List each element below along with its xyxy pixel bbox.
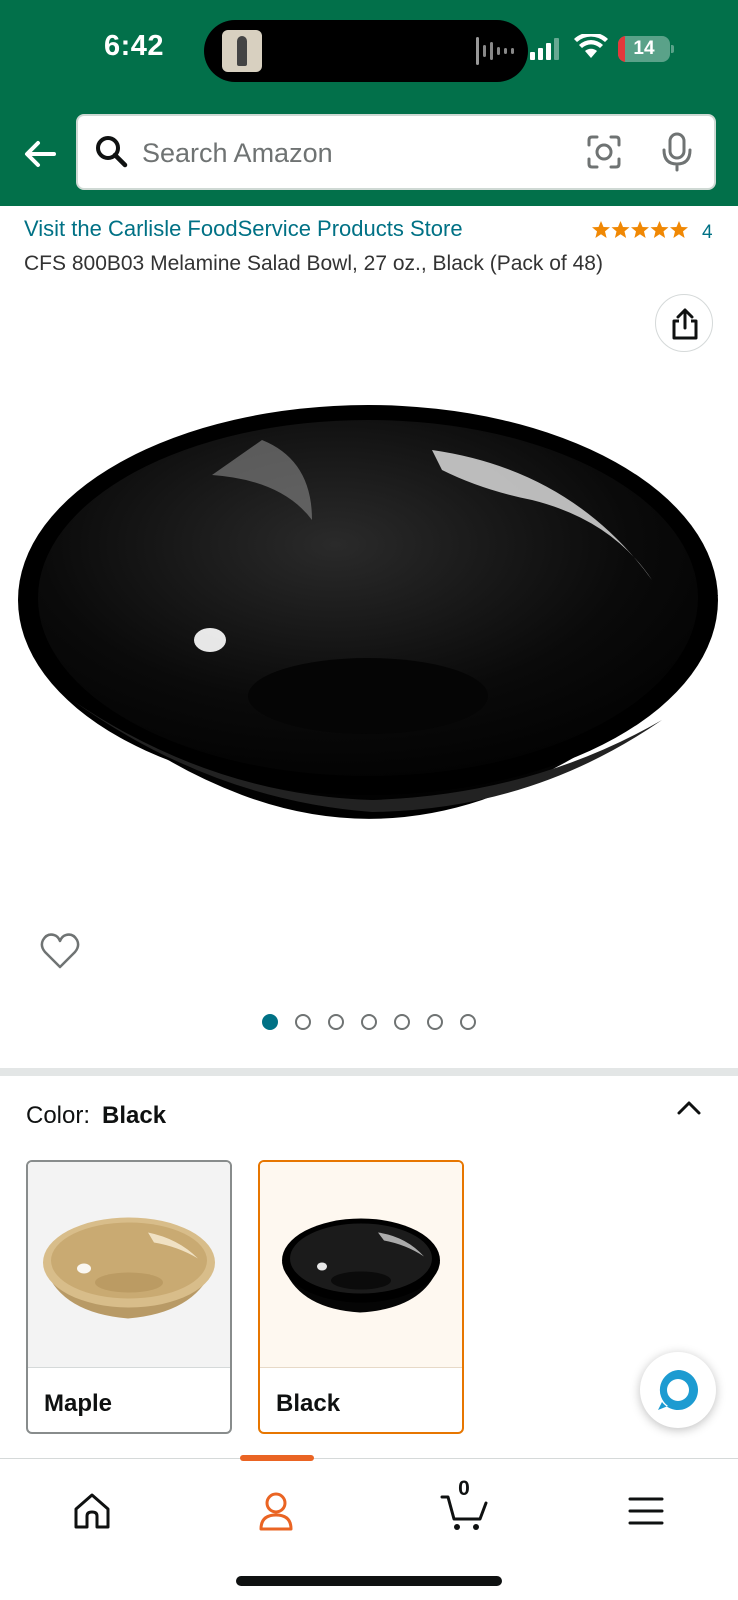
color-selector-header[interactable]: Color: Black bbox=[26, 1102, 166, 1130]
dynamic-island bbox=[204, 20, 528, 82]
chevron-up-icon[interactable] bbox=[676, 1098, 702, 1118]
back-arrow-icon[interactable] bbox=[20, 134, 60, 174]
microphone-icon[interactable] bbox=[660, 132, 694, 172]
carousel-dot[interactable] bbox=[328, 1014, 344, 1030]
cart-icon bbox=[440, 1495, 488, 1530]
color-option-black[interactable]: Black bbox=[258, 1160, 464, 1434]
now-playing-artwork bbox=[222, 30, 262, 72]
carousel-dot[interactable] bbox=[394, 1014, 410, 1030]
audio-waveform-icon bbox=[476, 37, 514, 65]
black-bowl-thumbnail bbox=[260, 1162, 462, 1368]
share-button[interactable] bbox=[655, 294, 713, 352]
battery-level: 14 bbox=[633, 38, 655, 59]
chat-bubble-icon bbox=[658, 1370, 698, 1410]
home-indicator bbox=[236, 1576, 502, 1586]
selected-color-value: Black bbox=[102, 1102, 167, 1129]
account-icon bbox=[259, 1492, 293, 1531]
swatch-label: Black bbox=[276, 1390, 341, 1417]
carousel-dot[interactable] bbox=[427, 1014, 443, 1030]
carousel-dot[interactable] bbox=[361, 1014, 377, 1030]
store-link[interactable]: Visit the Carlisle FoodService Products … bbox=[24, 216, 463, 242]
nav-menu[interactable] bbox=[616, 1483, 676, 1543]
share-icon bbox=[672, 308, 698, 340]
wifi-icon bbox=[574, 34, 608, 58]
rufus-assistant-button[interactable] bbox=[640, 1352, 716, 1428]
product-image[interactable] bbox=[12, 400, 726, 860]
color-option-maple[interactable]: Maple bbox=[26, 1160, 232, 1434]
star-rating-icon bbox=[592, 221, 688, 238]
rating-count[interactable]: 4 bbox=[702, 222, 713, 244]
active-tab-indicator bbox=[240, 1455, 314, 1461]
nav-cart[interactable]: 0 bbox=[432, 1477, 492, 1543]
menu-icon bbox=[628, 1497, 664, 1525]
cellular-signal-icon bbox=[530, 38, 559, 60]
image-carousel-dots[interactable] bbox=[262, 1014, 476, 1030]
section-divider bbox=[0, 1068, 738, 1076]
carousel-dot[interactable] bbox=[295, 1014, 311, 1030]
wishlist-heart-icon[interactable] bbox=[40, 932, 80, 970]
search-input[interactable]: Search Amazon bbox=[76, 114, 716, 190]
nav-home[interactable] bbox=[62, 1483, 122, 1543]
home-icon bbox=[74, 1493, 110, 1529]
top-bar: 6:42 14 Search Amazon bbox=[0, 0, 738, 206]
nav-account[interactable] bbox=[246, 1483, 306, 1543]
carousel-dot[interactable] bbox=[262, 1014, 278, 1030]
rating-stars[interactable] bbox=[592, 220, 688, 240]
carousel-dot[interactable] bbox=[460, 1014, 476, 1030]
status-time: 6:42 bbox=[104, 30, 165, 62]
camera-lens-icon[interactable] bbox=[586, 134, 622, 170]
search-placeholder: Search Amazon bbox=[142, 138, 333, 168]
product-title: CFS 800B03 Melamine Salad Bowl, 27 oz., … bbox=[24, 252, 603, 275]
battery-icon: 14 bbox=[618, 36, 674, 62]
maple-bowl-thumbnail bbox=[28, 1162, 230, 1368]
color-label: Color: bbox=[26, 1102, 91, 1129]
search-icon bbox=[96, 136, 128, 168]
swatch-label: Maple bbox=[44, 1390, 113, 1417]
